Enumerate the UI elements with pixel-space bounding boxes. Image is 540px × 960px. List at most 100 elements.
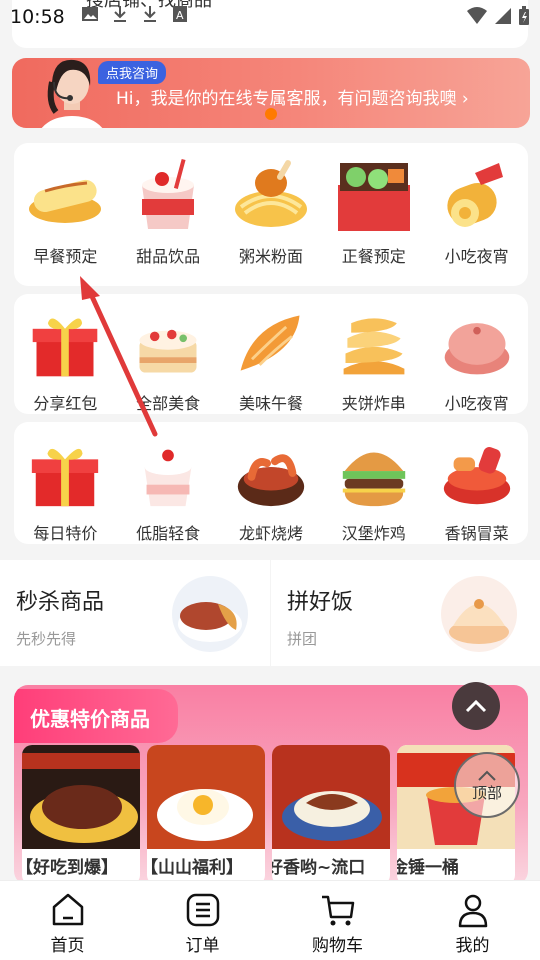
- nav-profile[interactable]: 我的: [413, 881, 533, 960]
- category-daily-special[interactable]: 每日特价: [17, 434, 113, 544]
- deal-name: 【好吃到爆】: [22, 858, 118, 878]
- signal-icon: [494, 7, 512, 29]
- category-label: 正餐预定: [341, 247, 406, 266]
- gift-box-icon: [32, 448, 99, 507]
- nav-label: 订单: [185, 936, 220, 956]
- category-label: 小吃夜宵: [444, 394, 509, 413]
- bottom-navigation: 首页 订单 购物车 我的: [0, 880, 540, 960]
- bento-box-icon: [337, 163, 410, 231]
- deal-item[interactable]: 【山山福利】: [147, 745, 265, 885]
- category-label: 龙虾烧烤: [238, 524, 303, 543]
- promo-title: 拼好饭: [287, 590, 354, 615]
- scroll-up-button[interactable]: [452, 682, 500, 730]
- category-label: 分享红包: [33, 394, 98, 413]
- service-banner-text: Hi，我是你的在线专属客服，有问题咨询我噢 ›: [116, 89, 469, 109]
- hotdog-icon: [29, 179, 102, 223]
- svg-text:A: A: [176, 9, 184, 22]
- gallery-icon: [80, 4, 100, 24]
- category-low-fat[interactable]: 低脂轻食: [120, 434, 216, 544]
- group-buy-card[interactable]: 拼好饭 拼团: [271, 560, 540, 666]
- deal-item[interactable]: 【好吃到爆】: [22, 745, 140, 885]
- category-snacks-night-2[interactable]: 小吃夜宵: [429, 306, 525, 414]
- status-time: 10:58: [10, 6, 65, 28]
- carousel-indicator: [265, 108, 277, 120]
- category-spicy-pot[interactable]: 香锅冒菜: [429, 434, 525, 544]
- crayfish-bowl-icon: [237, 454, 305, 507]
- category-label: 香锅冒菜: [444, 524, 509, 543]
- discount-section: 优惠特价商品 【好吃到爆】 【山山福利】 好香哟~流口 金锤一桶: [14, 685, 528, 885]
- category-label: 每日特价: [33, 524, 98, 543]
- noodles-icon: [234, 160, 307, 227]
- nav-label: 首页: [50, 936, 85, 956]
- gift-box-icon: [33, 318, 98, 377]
- notification-icons: A: [80, 4, 190, 24]
- back-to-top-label: 顶部: [471, 783, 502, 802]
- promo-subtitle: 拼团: [287, 630, 318, 648]
- nav-label: 购物车: [312, 936, 363, 956]
- category-label: 粥米粉面: [238, 247, 303, 266]
- chevron-up-icon: [478, 770, 496, 781]
- category-porridge-noodles[interactable]: 粥米粉面: [223, 155, 319, 286]
- category-meals[interactable]: 正餐预定: [326, 155, 422, 286]
- category-snacks-night[interactable]: 小吃夜宵: [429, 155, 525, 286]
- cake-icon: [139, 329, 197, 373]
- category-label: 夹饼炸串: [341, 394, 406, 413]
- croissant-icon: [240, 315, 300, 371]
- promo-title: 秒杀商品: [16, 590, 105, 615]
- category-lunch[interactable]: 美味午餐: [223, 306, 319, 414]
- category-crayfish-bbq[interactable]: 龙虾烧烤: [223, 434, 319, 544]
- drink-cup-icon: [142, 158, 195, 229]
- nav-cart[interactable]: 购物车: [278, 881, 398, 960]
- category-row-2: 分享红包 全部美食 美味午餐 夹饼炸串 小吃夜宵: [14, 294, 528, 414]
- category-label: 甜品饮品: [136, 247, 201, 266]
- hotpot-icon: [443, 447, 510, 505]
- category-breakfast[interactable]: 早餐预定: [17, 155, 113, 286]
- home-icon: [52, 893, 83, 926]
- category-row-3: 每日特价 低脂轻食 龙虾烧烤 汉堡炸鸡 香锅冒菜: [14, 422, 528, 544]
- yogurt-cup-icon: [144, 449, 192, 507]
- deal-image: [147, 745, 265, 849]
- category-row-1: 早餐预定 甜品饮品 粥米粉面 正餐预定 小吃夜宵: [14, 143, 528, 286]
- food-bowl-image: [172, 576, 248, 652]
- dumpling-image: [441, 576, 517, 652]
- category-label: 小吃夜宵: [444, 247, 509, 266]
- burger-icon: [342, 452, 405, 507]
- system-icons: [466, 6, 530, 30]
- cart-icon: [321, 895, 354, 926]
- download-icon: [140, 4, 160, 24]
- category-label: 美味午餐: [238, 394, 303, 413]
- nav-orders[interactable]: 订单: [143, 881, 263, 960]
- bun-icon: [444, 323, 509, 375]
- user-icon: [458, 894, 487, 928]
- category-share-redpacket[interactable]: 分享红包: [17, 306, 113, 414]
- category-label: 汉堡炸鸡: [341, 524, 406, 543]
- category-all-food[interactable]: 全部美食: [120, 306, 216, 414]
- deal-name: 【山山福利】: [147, 858, 243, 878]
- consult-tag: 点我咨询: [98, 61, 167, 84]
- nav-home[interactable]: 首页: [8, 881, 128, 960]
- discount-section-title: 优惠特价商品: [14, 689, 178, 743]
- pancake-stack-icon: [343, 318, 405, 375]
- flash-sale-card[interactable]: 秒杀商品 先秒先得: [0, 560, 270, 666]
- category-label: 全部美食: [136, 394, 201, 413]
- promo-subtitle: 先秒先得: [16, 630, 77, 648]
- font-icon: A: [170, 4, 190, 24]
- order-list-icon: [186, 893, 219, 927]
- wifi-icon: [466, 7, 488, 29]
- category-label: 早餐预定: [33, 247, 98, 266]
- nav-label: 我的: [455, 936, 490, 956]
- deal-name: 金锤一桶: [397, 858, 459, 878]
- chevron-up-icon: [465, 699, 487, 713]
- deal-image: [272, 745, 390, 849]
- download-icon: [110, 4, 130, 24]
- status-bar: 搜店铺、找商品 10:58 A: [0, 0, 540, 50]
- deal-name: 好香哟~流口: [272, 858, 366, 878]
- category-pancake-skewer[interactable]: 夹饼炸串: [326, 306, 422, 414]
- deal-image: [22, 745, 140, 849]
- back-to-top-button[interactable]: 顶部: [454, 752, 520, 818]
- roll-snack-icon: [446, 163, 503, 227]
- category-burger-chicken[interactable]: 汉堡炸鸡: [326, 434, 422, 544]
- deal-item[interactable]: 好香哟~流口: [272, 745, 390, 885]
- battery-icon: [518, 6, 530, 30]
- category-dessert-drinks[interactable]: 甜品饮品: [120, 155, 216, 286]
